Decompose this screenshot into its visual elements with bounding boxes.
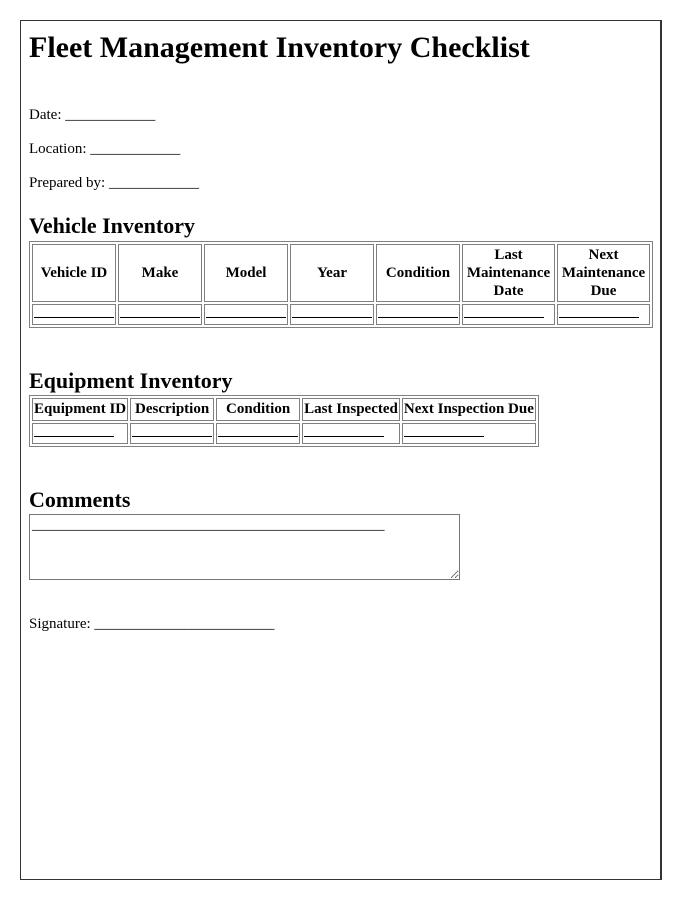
vehicle-inventory-table: Vehicle ID Make Model Year Condition Las…: [29, 241, 653, 328]
signature-field: Signature: ________________________: [29, 616, 274, 633]
col-next-inspection-due: Next Inspection Due: [401, 398, 536, 421]
col-last-inspected: Last Inspected: [302, 398, 400, 421]
prepared-by-field: Prepared by: ____________: [29, 175, 199, 192]
make-cell[interactable]: [118, 304, 202, 325]
col-next-maintenance-due: Next Maintenance Due: [557, 244, 650, 302]
col-make: Make: [118, 244, 202, 302]
condition-cell[interactable]: [376, 304, 460, 325]
col-last-maintenance-date: Last Maintenance Date: [462, 244, 555, 302]
comments-textarea[interactable]: ________________________________________…: [29, 514, 460, 580]
comments-heading: Comments: [29, 487, 131, 512]
last-maintenance-cell[interactable]: [462, 304, 555, 325]
equipment-inventory-table: Equipment ID Description Condition Last …: [29, 395, 539, 447]
col-year: Year: [290, 244, 374, 302]
col-vehicle-id: Vehicle ID: [32, 244, 116, 302]
location-blank[interactable]: ____________: [90, 141, 180, 157]
document-title: Fleet Management Inventory Checklist: [29, 31, 530, 64]
col-equipment-id: Equipment ID: [32, 398, 129, 421]
prepared-by-blank[interactable]: ____________: [109, 175, 199, 191]
vehicle-header-row: Vehicle ID Make Model Year Condition Las…: [32, 244, 650, 302]
location-field: Location: ____________: [29, 141, 180, 158]
equipment-id-cell[interactable]: [32, 423, 129, 444]
equipment-inventory-heading: Equipment Inventory: [29, 368, 233, 393]
date-field: Date: ____________: [29, 107, 155, 124]
signature-blank[interactable]: ________________________: [94, 616, 274, 632]
col-description: Description: [130, 398, 215, 421]
col-condition: Condition: [376, 244, 460, 302]
table-row: [32, 423, 536, 444]
date-label: Date:: [29, 107, 62, 123]
equipment-header-row: Equipment ID Description Condition Last …: [32, 398, 536, 421]
next-inspection-cell[interactable]: [401, 423, 536, 444]
year-cell[interactable]: [290, 304, 374, 325]
vehicle-inventory-heading: Vehicle Inventory: [29, 213, 196, 238]
last-inspected-cell[interactable]: [302, 423, 400, 444]
condition-cell[interactable]: [216, 423, 301, 444]
location-label: Location:: [29, 141, 87, 157]
prepared-by-label: Prepared by:: [29, 175, 106, 191]
col-model: Model: [204, 244, 288, 302]
signature-label: Signature:: [29, 616, 91, 632]
model-cell[interactable]: [204, 304, 288, 325]
col-condition: Condition: [216, 398, 301, 421]
table-row: [32, 304, 650, 325]
description-cell[interactable]: [130, 423, 215, 444]
vehicle-id-cell[interactable]: [32, 304, 116, 325]
date-blank[interactable]: ____________: [65, 107, 155, 123]
next-maintenance-cell[interactable]: [557, 304, 650, 325]
